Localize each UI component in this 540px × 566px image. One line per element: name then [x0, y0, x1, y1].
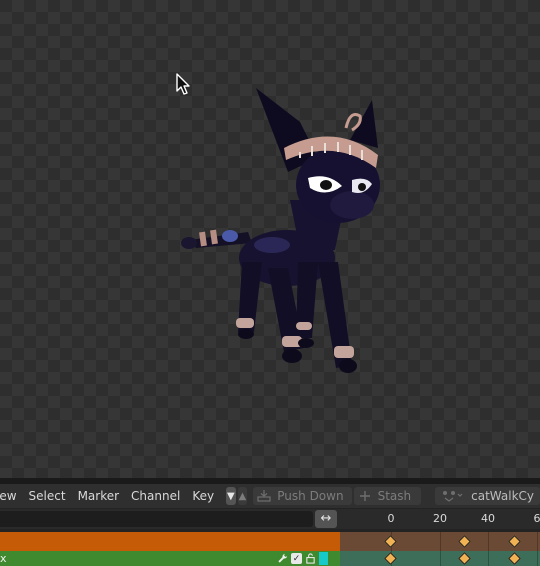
layer-up-button[interactable]: ▲ — [237, 487, 248, 505]
3d-viewport[interactable] — [0, 0, 540, 478]
summary-channel[interactable] — [0, 532, 340, 551]
mouse-pointer-icon — [176, 73, 190, 95]
push-down-button[interactable]: Push Down — [253, 487, 352, 505]
gridline — [488, 532, 489, 551]
action-keyframe[interactable] — [508, 552, 521, 565]
wrench-icon[interactable] — [277, 553, 288, 564]
action-keyframe[interactable] — [384, 552, 397, 565]
menu-key[interactable]: Key — [186, 484, 220, 508]
action-key-track[interactable] — [340, 551, 540, 566]
gridline — [440, 551, 441, 566]
menu-marker[interactable]: Marker — [72, 484, 125, 508]
summary-keyframe[interactable] — [458, 535, 471, 548]
triangle-up-icon: ▲ — [238, 490, 247, 502]
fit-range-button[interactable]: ↔ — [315, 510, 337, 528]
action-name: catWalkCy — [471, 489, 534, 503]
push-down-label: Push Down — [277, 489, 344, 503]
cat-character-model — [181, 88, 380, 373]
stash-button[interactable]: Stash — [353, 487, 422, 505]
action-keyframe[interactable] — [458, 552, 471, 565]
menu-select[interactable]: Select — [23, 484, 72, 508]
checkbox-checked-icon[interactable]: ✓ — [291, 553, 302, 564]
frame-tick-0: 0 — [387, 512, 395, 525]
lock-icon[interactable] — [305, 553, 316, 564]
gridline — [537, 532, 538, 551]
action-browse-icon — [443, 491, 463, 502]
summary-key-track[interactable] — [340, 532, 540, 551]
stash-label: Stash — [377, 489, 412, 503]
gridline — [488, 551, 489, 566]
frame-ruler[interactable]: 0 20 40 6 — [340, 509, 540, 529]
action-channel-label: x — [0, 552, 7, 565]
horizontal-arrows-icon: ↔ — [320, 511, 332, 526]
menu-channel[interactable]: Channel — [125, 484, 186, 508]
action-selector[interactable]: catWalkCy — [435, 487, 540, 505]
triangle-down-icon: ▼ — [227, 490, 235, 502]
action-channel[interactable]: x ✓ — [0, 551, 340, 566]
channel-search-input[interactable] — [0, 511, 313, 527]
frame-tick-40: 40 — [481, 512, 495, 525]
stash-icon — [359, 491, 370, 501]
channel-filter-row: ↔ — [0, 509, 340, 529]
gridline — [537, 551, 538, 566]
frame-tick-20: 20 — [433, 512, 447, 525]
frame-tick-60: 6 — [533, 512, 540, 525]
channel-controls: ✓ — [277, 552, 328, 565]
channel-color-swatch[interactable] — [319, 552, 328, 565]
summary-keyframe[interactable] — [384, 535, 397, 548]
gridline — [440, 532, 441, 551]
action-editor: iew Select Marker Channel Key ▼ ▲ Push D… — [0, 478, 540, 566]
editor-header: iew Select Marker Channel Key ▼ ▲ Push D… — [0, 484, 540, 508]
layer-down-button[interactable]: ▼ — [226, 487, 236, 505]
push-down-icon — [257, 490, 271, 502]
menu-view[interactable]: iew — [0, 484, 23, 508]
summary-keyframe[interactable] — [508, 535, 521, 548]
